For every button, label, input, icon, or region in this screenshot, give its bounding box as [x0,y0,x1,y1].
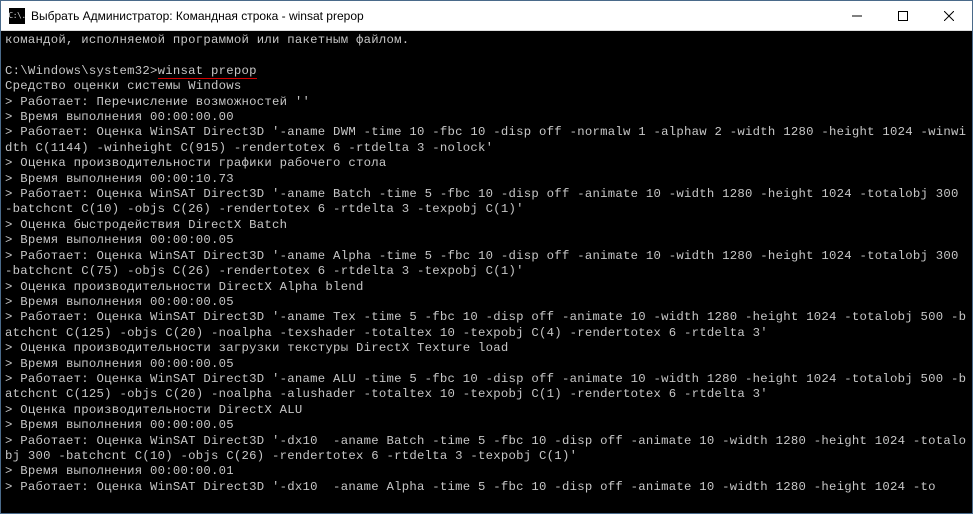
terminal-line: > Оценка производительности DirectX ALU [5,403,968,418]
terminal-line: > Оценка быстродействия DirectX Batch [5,218,968,233]
maximize-icon [898,11,908,21]
prompt-path: C:\Windows\system32> [5,64,158,78]
window-title: Выбрать Администратор: Командная строка … [31,9,364,23]
terminal-line: > Работает: Оценка WinSAT Direct3D '-ana… [5,372,968,403]
terminal-line: > Время выполнения 00:00:00.01 [5,464,968,479]
close-button[interactable] [926,1,972,30]
minimize-icon [852,11,862,21]
typed-command: winsat prepop [158,64,257,80]
close-icon [944,11,954,21]
terminal-line: > Работает: Оценка WinSAT Direct3D '-dx1… [5,480,968,495]
terminal-line: > Время выполнения 00:00:10.73 [5,172,968,187]
terminal-line: > Время выполнения 00:00:00.05 [5,418,968,433]
terminal-line: > Работает: Перечисление возможностей '' [5,95,968,110]
terminal-line: > Время выполнения 00:00:00.05 [5,357,968,372]
cmd-icon: C:\. [9,8,25,24]
cmd-window: C:\. Выбрать Администратор: Командная ст… [0,0,973,514]
terminal-line: Средство оценки системы Windows [5,79,968,94]
terminal-line: > Оценка производительности загрузки тек… [5,341,968,356]
maximize-button[interactable] [880,1,926,30]
terminal-line: командой, исполняемой программой или пак… [5,33,968,48]
minimize-button[interactable] [834,1,880,30]
terminal-line: > Работает: Оценка WinSAT Direct3D '-ana… [5,187,968,218]
terminal-output[interactable]: командой, исполняемой программой или пак… [1,31,972,513]
terminal-line: > Работает: Оценка WinSAT Direct3D '-ana… [5,249,968,280]
terminal-line: > Время выполнения 00:00:00.00 [5,110,968,125]
terminal-line: > Работает: Оценка WinSAT Direct3D '-ana… [5,125,968,156]
terminal-line: > Работает: Оценка WinSAT Direct3D '-ana… [5,310,968,341]
window-controls [834,1,972,30]
terminal-line: > Оценка производительности графики рабо… [5,156,968,171]
prompt-line: C:\Windows\system32>winsat prepop [5,64,968,79]
terminal-line: > Время выполнения 00:00:00.05 [5,295,968,310]
terminal-line: > Оценка производительности DirectX Alph… [5,280,968,295]
terminal-line [5,48,968,63]
terminal-line: > Работает: Оценка WinSAT Direct3D '-dx1… [5,434,968,465]
terminal-line: > Время выполнения 00:00:00.05 [5,233,968,248]
titlebar[interactable]: C:\. Выбрать Администратор: Командная ст… [1,1,972,31]
